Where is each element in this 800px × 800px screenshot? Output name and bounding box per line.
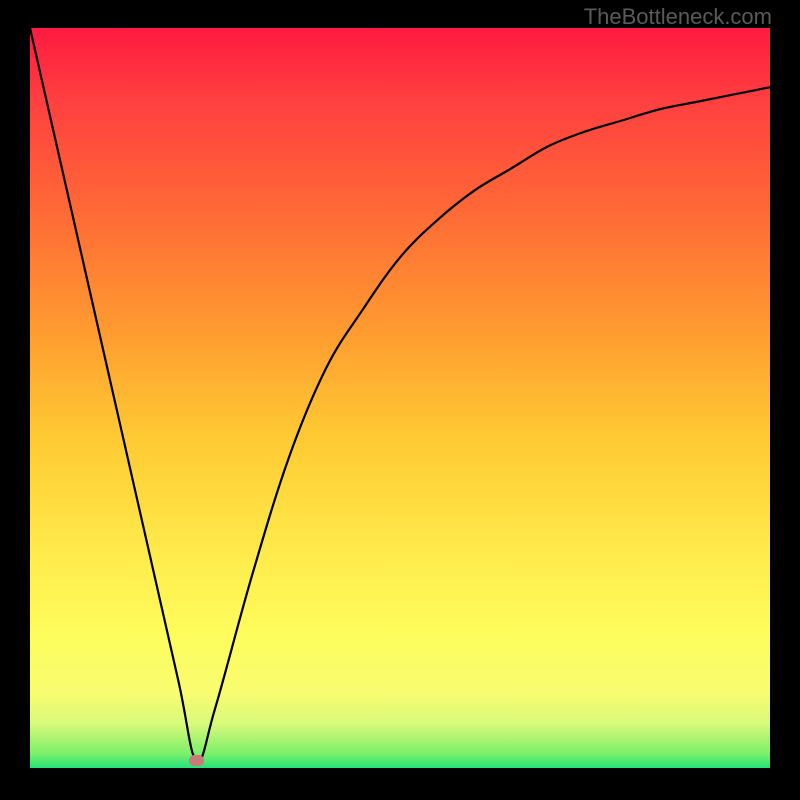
chart-curve-svg: [30, 28, 770, 768]
bottleneck-curve: [30, 28, 770, 761]
watermark-text: TheBottleneck.com: [584, 4, 772, 30]
optimal-point-marker: [189, 755, 204, 766]
